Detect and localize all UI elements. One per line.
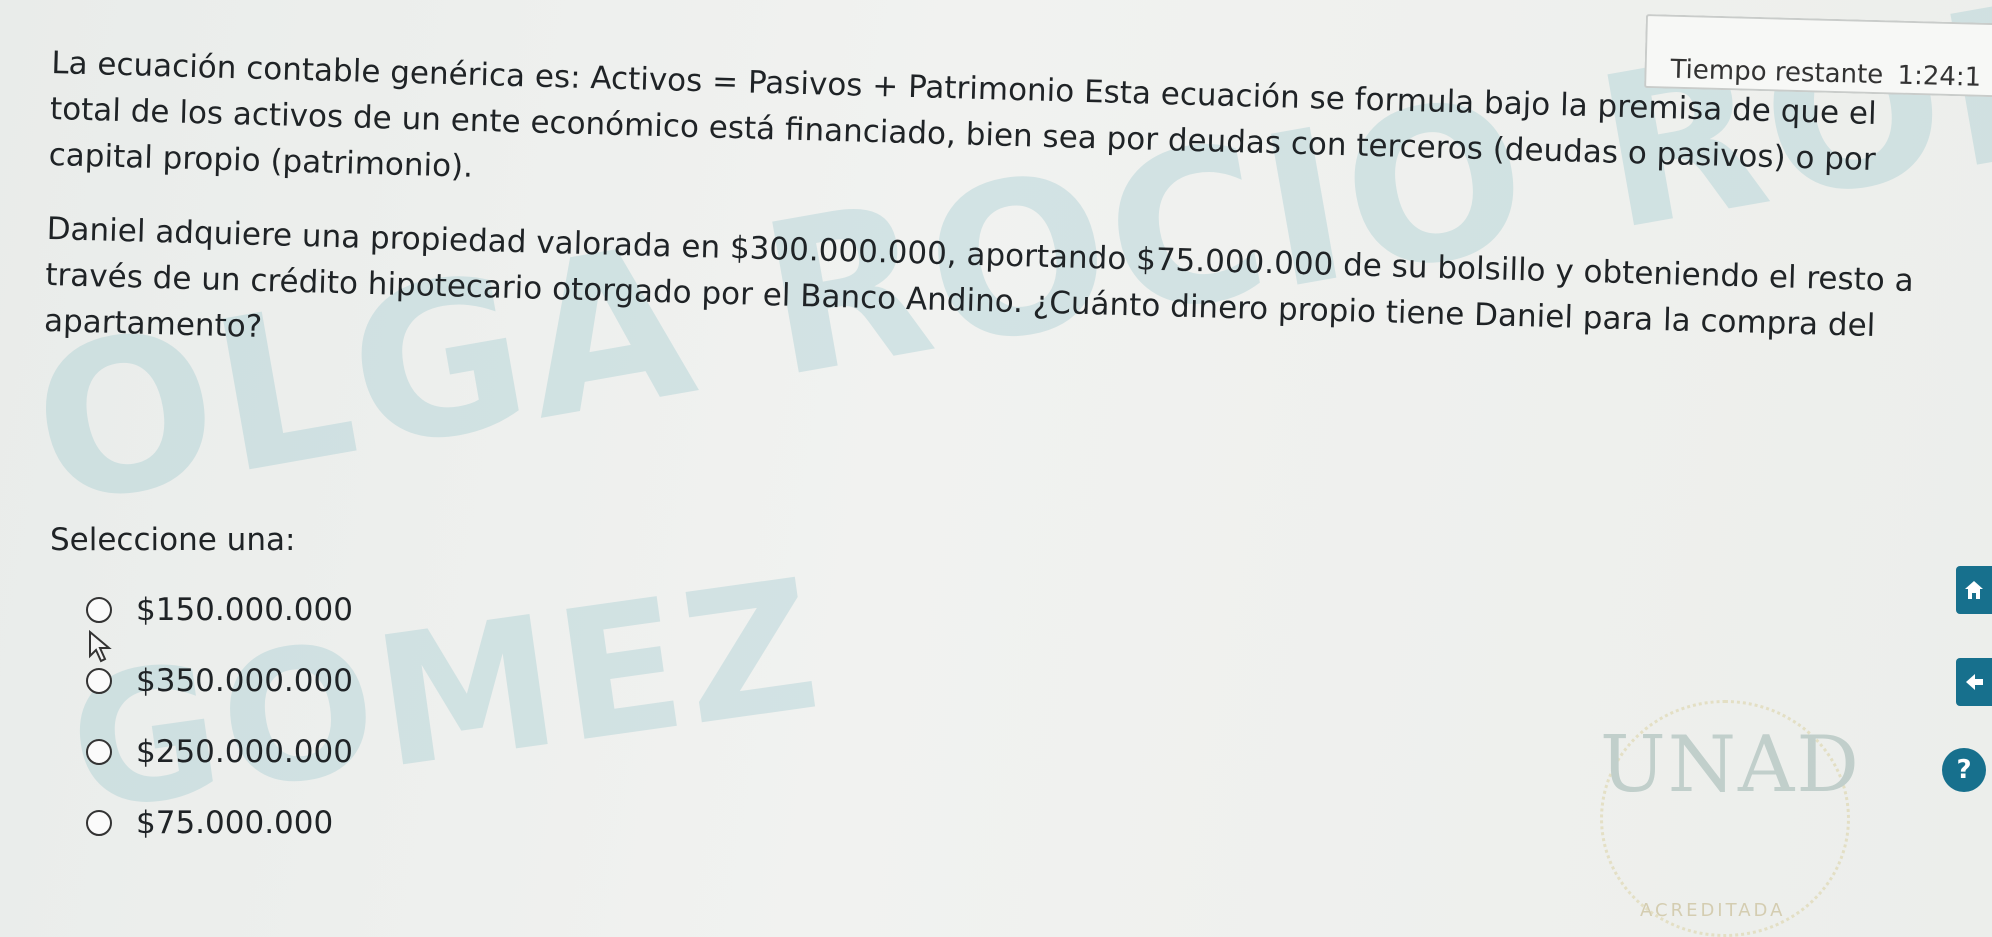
radio-button[interactable] bbox=[86, 810, 112, 836]
select-prompt: Seleccione una: bbox=[50, 522, 296, 558]
quiz-page: OLGA ROCIO RODRIGUEZ GOMEZ Tiempo restan… bbox=[0, 0, 1992, 937]
home-icon[interactable] bbox=[1956, 566, 1992, 614]
question-text: La ecuación contable genérica es: Activo… bbox=[44, 40, 1952, 397]
unad-logo: UNAD ACREDITADA bbox=[1600, 700, 1859, 937]
option-label: $250.000.000 bbox=[136, 734, 353, 770]
option-4[interactable]: $75.000.000 bbox=[86, 803, 353, 843]
question-problem: Daniel adquiere una propiedad valorada e… bbox=[43, 210, 1915, 345]
option-label: $150.000.000 bbox=[136, 592, 353, 628]
answer-options: $150.000.000 $350.000.000 $250.000.000 $… bbox=[86, 590, 353, 874]
radio-button[interactable] bbox=[86, 739, 112, 765]
logo-text: UNAD bbox=[1600, 720, 1861, 810]
timer-value: 1:24:1 bbox=[1897, 60, 1982, 93]
logo-subtitle: ACREDITADA bbox=[1640, 900, 1786, 921]
back-arrow-icon[interactable] bbox=[1956, 658, 1992, 706]
option-1[interactable]: $150.000.000 bbox=[86, 590, 353, 630]
option-label: $350.000.000 bbox=[136, 663, 353, 699]
timer-box: Tiempo restante 1:24:1 bbox=[1644, 14, 1992, 98]
option-2[interactable]: $350.000.000 bbox=[86, 661, 353, 701]
option-3[interactable]: $250.000.000 bbox=[86, 732, 353, 772]
radio-button[interactable] bbox=[86, 668, 112, 694]
timer-label: Tiempo restante bbox=[1670, 54, 1884, 91]
radio-button[interactable] bbox=[86, 597, 112, 623]
help-icon[interactable]: ? bbox=[1942, 748, 1986, 792]
option-label: $75.000.000 bbox=[136, 805, 334, 841]
